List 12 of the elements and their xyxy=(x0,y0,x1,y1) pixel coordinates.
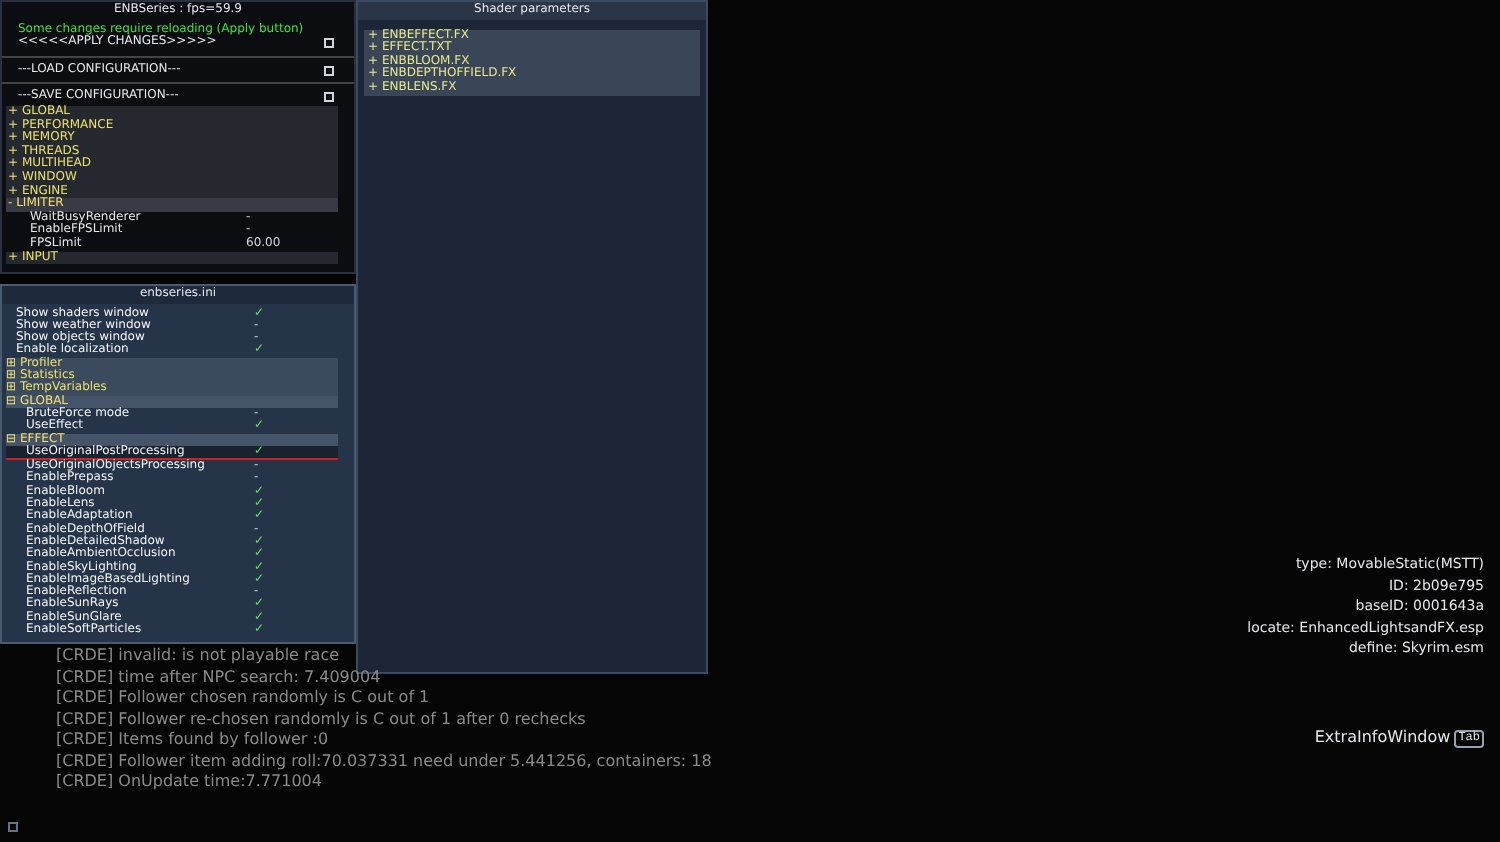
checkbox[interactable] xyxy=(324,65,334,76)
console-line: [CRDE] Follower re-chosen randomly is C out of 1 after 0 rechecks xyxy=(56,709,588,730)
checkbox[interactable] xyxy=(324,92,334,103)
console-line: [CRDE] OnUpdate time:7.771004 xyxy=(56,772,324,793)
console-line: [CRDE] Follower chosen randomly is C out of 1 xyxy=(56,688,432,709)
square-icon xyxy=(8,822,18,832)
extra-info-label: ExtraInfoWindow xyxy=(1314,732,1451,746)
console-line: [CRDE] Follower item adding roll:70.037331 need under 5.441256, containers: 18 xyxy=(56,751,712,772)
console-line: [CRDE] time after NPC search: 7.409004 xyxy=(56,667,383,688)
console-line: [CRDE] invalid: is not playable race xyxy=(56,646,342,667)
console-line: [CRDE] Items found by follower :0 xyxy=(56,730,331,751)
checkbox[interactable] xyxy=(324,37,334,48)
